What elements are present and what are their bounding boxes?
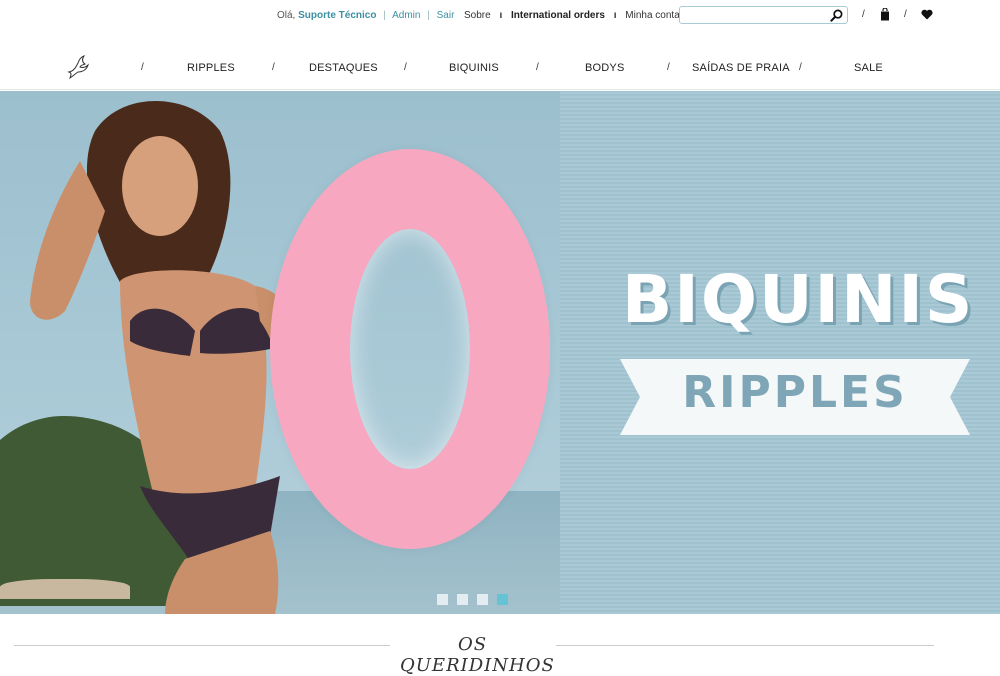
nav-item-saidas-de-praia[interactable]: SAÍDAS DE PRAIA: [692, 62, 790, 74]
separator: ı: [499, 10, 503, 21]
user-greeting: Olá, Suporte Técnico | Admin | Sair: [277, 10, 454, 21]
heart-icon[interactable]: [921, 9, 933, 20]
international-orders-link[interactable]: International orders: [511, 10, 605, 21]
shopping-bag-icon[interactable]: [880, 8, 890, 21]
separator: /: [904, 9, 907, 20]
search-input[interactable]: [684, 8, 824, 22]
nav-separator: /: [667, 62, 670, 73]
carousel-dot-2[interactable]: [457, 594, 468, 605]
bird-logo-icon[interactable]: [66, 54, 90, 80]
main-nav: / RIPPLES / DESTAQUES / BIQUINIS / BODYS…: [0, 44, 1000, 90]
nav-separator: /: [799, 62, 802, 73]
divider-right: [556, 645, 934, 646]
search-icon[interactable]: [830, 9, 843, 22]
pink-float-ring: [270, 149, 550, 549]
nav-item-destaques[interactable]: DESTAQUES: [309, 62, 378, 74]
hero-ribbon[interactable]: RIPPLES: [620, 359, 970, 435]
my-account-link[interactable]: Minha conta: [625, 10, 679, 21]
hero-ribbon-text: RIPPLES: [682, 367, 908, 418]
hero-headline: BIQUINIS: [622, 261, 975, 338]
separator: /: [862, 9, 865, 20]
nav-item-sale[interactable]: SALE: [854, 62, 883, 74]
hero-background-texture: [560, 91, 1000, 614]
user-name-link[interactable]: Suporte Técnico: [298, 10, 376, 21]
hero-banner[interactable]: BIQUINIS RIPPLES: [0, 91, 1000, 614]
separator: ı: [613, 10, 617, 21]
favorites-section-header: OS QUERIDINHOS: [0, 620, 1000, 676]
divider-left: [14, 645, 390, 646]
nav-item-biquinis[interactable]: BIQUINIS: [449, 62, 499, 74]
separator: |: [427, 10, 430, 21]
about-link[interactable]: Sobre: [464, 10, 491, 21]
search-box: [679, 6, 848, 24]
nav-item-bodys[interactable]: BODYS: [585, 62, 625, 74]
top-links: Sobre ı International orders ı Minha con…: [464, 10, 680, 21]
nav-separator: /: [272, 62, 275, 73]
greeting-prefix: Olá,: [277, 10, 296, 21]
nav-separator: /: [404, 62, 407, 73]
separator: |: [383, 10, 386, 21]
nav-separator: /: [536, 62, 539, 73]
top-bar: Olá, Suporte Técnico | Admin | Sair Sobr…: [0, 0, 1000, 32]
admin-link[interactable]: Admin: [392, 10, 420, 21]
carousel-dot-3[interactable]: [477, 594, 488, 605]
carousel-dot-4-active[interactable]: [497, 594, 508, 605]
nav-separator: /: [141, 62, 144, 73]
carousel-dot-1[interactable]: [437, 594, 448, 605]
logout-link[interactable]: Sair: [437, 10, 455, 21]
nav-item-ripples[interactable]: RIPPLES: [187, 62, 235, 74]
